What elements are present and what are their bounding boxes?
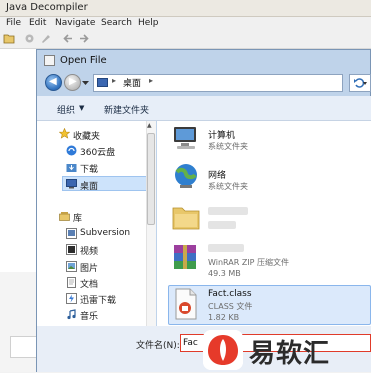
network-icon (171, 163, 201, 194)
file-item-type: 系统文件夹 (208, 142, 248, 151)
chevron-down-icon: ▼ (79, 104, 85, 112)
watermark-logo-icon (203, 330, 243, 370)
forward-arrow-icon: ▶ (69, 76, 77, 87)
nav-item-pictures[interactable]: 图片 (80, 261, 98, 274)
back-arrow-icon[interactable] (63, 33, 74, 44)
recent-pages-dropdown[interactable] (82, 79, 89, 85)
dialog-window-icon (44, 55, 55, 66)
app-left-panel (0, 49, 37, 272)
blurred-file-name (208, 244, 244, 252)
breadcrumb-separator[interactable]: ▸ (112, 76, 116, 85)
filename-value: Fac (183, 338, 198, 348)
blurred-file-type (208, 221, 236, 229)
forward-button[interactable]: ▶ (64, 74, 81, 91)
gear-icon[interactable] (24, 33, 35, 44)
menu-file[interactable]: File (6, 18, 21, 28)
winrar-icon (171, 242, 201, 275)
menu-help[interactable]: Help (138, 18, 159, 28)
star-icon (58, 127, 71, 139)
file-item-name[interactable]: 计算机 (208, 128, 235, 141)
menu-search[interactable]: Search (101, 18, 132, 28)
pictures-icon (66, 261, 77, 272)
nav-scrollbar-thumb[interactable] (147, 133, 155, 225)
nav-item-documents[interactable]: 文档 (80, 277, 98, 290)
menu-edit[interactable]: Edit (29, 18, 46, 28)
nav-item-downloads[interactable]: 下载 (80, 162, 98, 175)
nav-item-subversion[interactable]: Subversion (80, 228, 130, 238)
app-title: Java Decompiler (6, 2, 88, 13)
file-item-type: 系统文件夹 (208, 182, 248, 191)
dialog-title: Open File (60, 55, 107, 66)
library-icon (59, 211, 70, 221)
watermark-text: 易软汇 (249, 339, 331, 369)
menu-navigate[interactable]: Navigate (55, 18, 95, 28)
nav-item-360[interactable]: 360云盘 (80, 145, 115, 158)
desktop-icon (97, 78, 108, 87)
folder-icon (171, 203, 201, 234)
nav-favorites[interactable]: 收藏夹 (73, 129, 100, 142)
subversion-folder-icon (66, 228, 77, 239)
download-folder-icon (66, 162, 77, 172)
thunder-download-icon (66, 293, 77, 304)
nav-item-videos[interactable]: 视频 (80, 244, 98, 257)
desktop-icon (66, 179, 77, 189)
file-item-size: 49.3 MB (208, 269, 241, 278)
organize-button[interactable]: 组织 (57, 103, 75, 116)
computer-icon (172, 125, 200, 154)
class-file-icon (173, 288, 199, 323)
breadcrumb-separator[interactable]: ▸ (149, 76, 153, 85)
menu-bar: File Edit Navigate Search Help (0, 17, 371, 31)
open-folder-icon[interactable] (3, 33, 15, 44)
documents-icon (66, 277, 76, 288)
toolbar (0, 31, 371, 49)
music-icon (66, 309, 76, 320)
back-button[interactable]: ◀ (45, 74, 62, 91)
filename-label: 文件名(N): (136, 341, 180, 351)
scroll-up-icon[interactable]: ▲ (147, 122, 152, 129)
nav-item-music[interactable]: 音乐 (80, 309, 98, 322)
nav-library[interactable]: 库 (73, 211, 82, 224)
forward-arrow-icon[interactable] (78, 33, 89, 44)
command-bar (37, 96, 371, 121)
blurred-file-name (208, 207, 248, 215)
pencil-icon[interactable] (40, 33, 51, 44)
file-item-type: CLASS 文件 (208, 302, 253, 311)
file-item-type: WinRAR ZIP 压缩文件 (208, 258, 290, 267)
cloud-drive-icon (66, 145, 77, 156)
file-item-name[interactable]: 网络 (208, 168, 226, 181)
nav-item-desktop[interactable]: 桌面 (80, 179, 98, 192)
file-item-size: 1.82 KB (208, 313, 240, 322)
refresh-icon (354, 78, 367, 88)
new-folder-button[interactable]: 新建文件夹 (104, 103, 149, 116)
file-item-name[interactable]: Fact.class (208, 289, 252, 299)
nav-item-xunlei[interactable]: 迅雷下载 (80, 293, 116, 306)
video-icon (66, 244, 77, 255)
back-arrow-icon: ◀ (49, 76, 57, 87)
breadcrumb-desktop[interactable]: 桌面 (123, 76, 141, 89)
refresh-button[interactable] (349, 74, 371, 92)
